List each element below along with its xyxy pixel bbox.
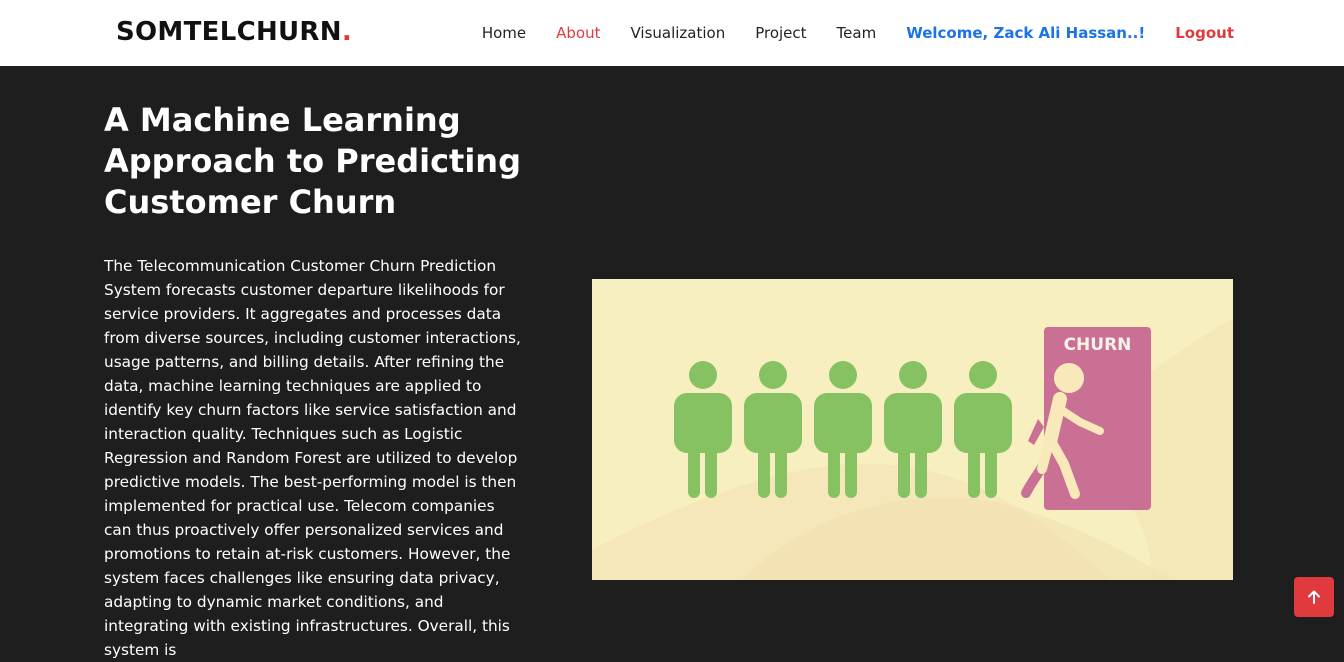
churn-door-icon: CHURN (1021, 327, 1151, 510)
brand-dot: . (341, 17, 352, 47)
top-navbar: SOMTELCHURN. Home About Visualization Pr… (0, 0, 1344, 66)
nav-link-about[interactable]: About (556, 24, 600, 42)
hero-description: The Telecommunication Customer Churn Pre… (104, 257, 521, 659)
nav-link-home[interactable]: Home (482, 24, 526, 42)
hero-title: A Machine Learning Approach to Predictin… (104, 101, 521, 221)
door-label: CHURN (1064, 335, 1132, 355)
nav-link-visualization[interactable]: Visualization (630, 24, 725, 42)
nav-link-project[interactable]: Project (755, 24, 806, 42)
scroll-to-top-button[interactable] (1294, 577, 1334, 617)
logout-link[interactable]: Logout (1175, 24, 1234, 42)
welcome-user-link[interactable]: Welcome, Zack Ali Hassan..! (906, 24, 1145, 42)
nav-links: Home About Visualization Project Team We… (482, 0, 1234, 66)
nav-link-team[interactable]: Team (837, 24, 877, 42)
brand-name: SOMTELCHURN (116, 17, 342, 47)
arrow-up-icon (1308, 590, 1320, 604)
brand-logo[interactable]: SOMTELCHURN. (116, 15, 352, 49)
churn-illustration-graphic: CHURN (592, 279, 1233, 580)
churn-illustration: CHURN (592, 279, 1233, 580)
